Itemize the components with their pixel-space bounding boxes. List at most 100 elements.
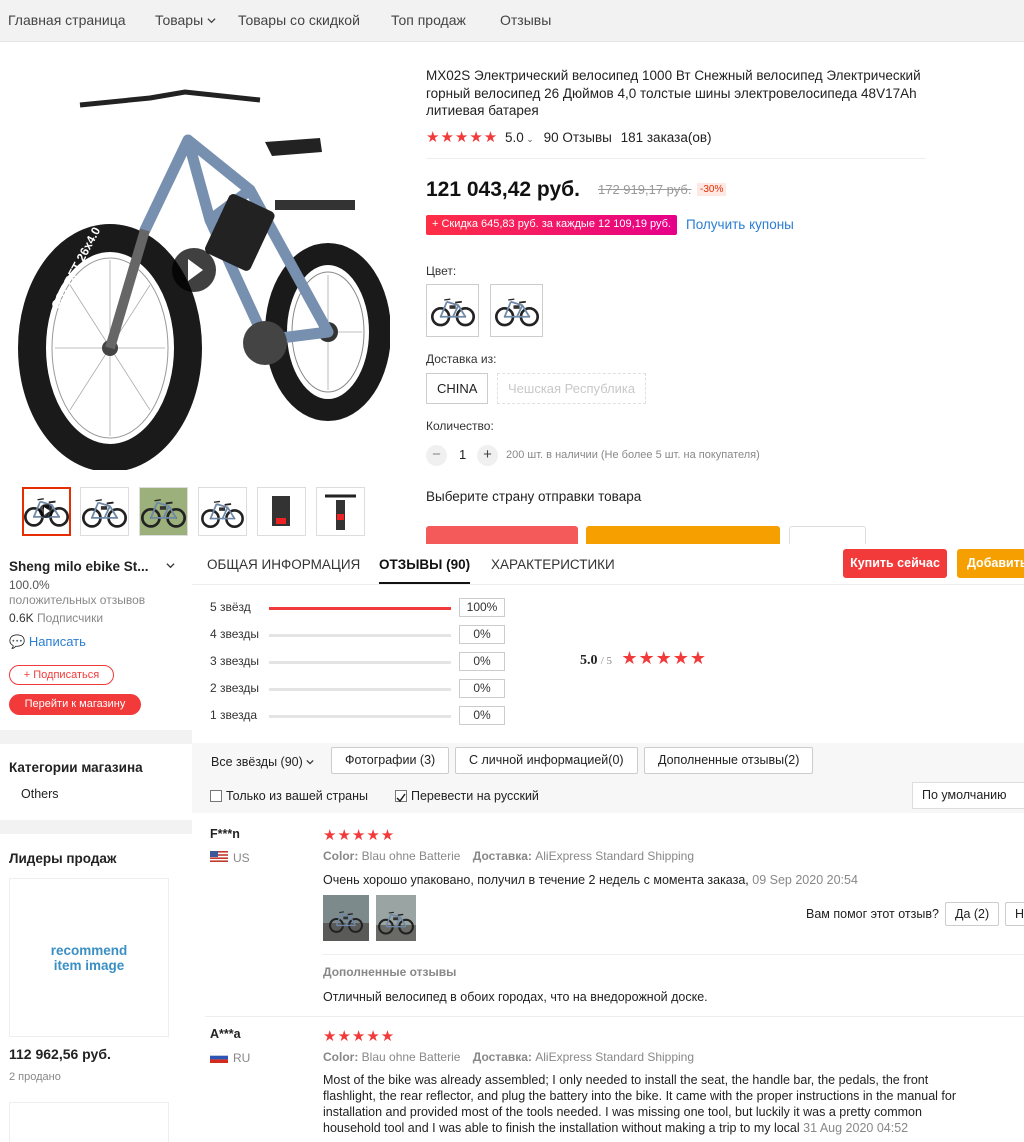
thumbnail-5[interactable]	[257, 487, 306, 536]
thumbnail-4[interactable]	[198, 487, 247, 536]
bike-thumbnail-image	[201, 500, 244, 528]
category-item[interactable]: Others	[21, 787, 59, 801]
followers-label: Подписчики	[37, 611, 104, 625]
get-coupons-link[interactable]: Получить купоны	[686, 217, 794, 232]
rating-bar-label: 1 звезда	[210, 708, 258, 722]
top-sellers: Лидеры продаж recommend item image 112 9…	[8, 834, 180, 1142]
bike-thumbnail-image	[272, 496, 290, 526]
additional-review-label: Дополненные отзывы	[323, 965, 457, 979]
rating-bar-percent: 0%	[459, 652, 505, 671]
top-sellers-title: Лидеры продаж	[9, 851, 117, 866]
review-photo-1[interactable]	[323, 895, 369, 941]
review-text: Очень хорошо упаковано, получил в течени…	[323, 872, 858, 888]
recommend-item-image[interactable]: recommend item image	[9, 878, 169, 1037]
product-title: MX02S Электрический велосипед 1000 Вт Сн…	[426, 68, 921, 118]
message-store-link[interactable]: 💬 Написать	[9, 634, 86, 650]
translate-checkbox[interactable]	[395, 790, 407, 803]
thumbnail-2[interactable]	[80, 487, 129, 536]
bike-image: CST BFT 26x4.0	[18, 89, 391, 472]
top-navigation: Главная страница Товары Товары со скидко…	[0, 0, 1024, 42]
nav-products[interactable]: Товары	[155, 12, 216, 28]
chevron-down-icon[interactable]	[166, 561, 175, 570]
rating-summary: 5.0 / 5 ★★★★★	[580, 648, 707, 669]
summary-outof: / 5	[600, 655, 613, 667]
ship-option-china[interactable]: CHINA	[426, 373, 489, 404]
orders-count: 181 заказа(ов)	[620, 130, 712, 145]
store-name[interactable]: Sheng milo ebike St...	[9, 559, 149, 574]
star-filter-dropdown[interactable]: Все звёзды (90)	[211, 755, 314, 769]
color-option-1[interactable]	[426, 284, 479, 337]
nav-discounted[interactable]: Товары со скидкой	[238, 12, 360, 28]
bike-thumbnail-image	[82, 498, 127, 528]
rating-line: ★★★★★ 5.0 ⌄ 90 Отзывы 181 заказа(ов)	[426, 128, 712, 146]
buy-now-button[interactable]: Купить сейчас	[843, 549, 947, 578]
buy-button-partial[interactable]	[426, 526, 578, 544]
reviews-count[interactable]: 90 Отзывы	[544, 130, 612, 145]
add-to-cart-button[interactable]: Добавить	[957, 549, 1024, 578]
filter-additional[interactable]: Дополненные отзывы(2)	[644, 747, 814, 774]
thumbnail-1[interactable]	[22, 487, 71, 536]
rating-bar-row[interactable]: 4 звезды 0%	[210, 625, 510, 645]
main-product-image[interactable]: CST BFT 26x4.0	[10, 60, 391, 472]
qty-increase-button[interactable]: +	[477, 445, 498, 466]
reviewer-country: US	[233, 851, 250, 865]
nav-home[interactable]: Главная страница	[8, 12, 126, 28]
go-to-store-button[interactable]: Перейти к магазину	[9, 694, 141, 715]
leader-sold: 2 продано	[9, 1071, 61, 1083]
tab-specs[interactable]: ХАРАКТЕРИСТИКИ	[491, 557, 615, 572]
rating-bar-row[interactable]: 1 звезда 0%	[210, 706, 510, 726]
nav-top-sales[interactable]: Топ продаж	[391, 12, 466, 28]
tab-reviews[interactable]: ОТЗЫВЫ (90)	[379, 557, 471, 584]
ship-meta-value: AliExpress Standard Shipping	[535, 1050, 695, 1064]
rating-bar-row[interactable]: 3 звезды 0%	[210, 652, 510, 672]
review-body: Очень хорошо упаковано, получил в течени…	[323, 873, 749, 887]
rating-bar-label: 3 звезды	[210, 654, 260, 668]
filter-photos[interactable]: Фотографии (3)	[331, 747, 450, 774]
subscribe-button[interactable]: + Подписаться	[9, 665, 114, 685]
ship-option-czech[interactable]: Чешская Республика	[497, 373, 647, 404]
thumbnail-6[interactable]	[316, 487, 365, 536]
rating-value[interactable]: 5.0	[505, 130, 524, 145]
helpful-no-button[interactable]: Не	[1005, 902, 1024, 926]
rating-bar-percent: 100%	[459, 598, 505, 617]
next-recommend-item[interactable]	[9, 1102, 169, 1142]
qty-decrease-button[interactable]: −	[426, 445, 447, 466]
nav-reviews[interactable]: Отзывы	[500, 12, 551, 28]
rating-bar-percent: 0%	[459, 679, 505, 698]
color-meta-value: Blau ohne Batterie	[361, 849, 461, 863]
chevron-down-icon	[306, 759, 314, 765]
color-option-2[interactable]	[490, 284, 543, 337]
bike-thumbnail-image	[140, 488, 187, 535]
tab-general[interactable]: ОБЩАЯ ИНФОРМАЦИЯ	[207, 557, 360, 572]
followers: 0.6K Подписчики	[9, 611, 103, 625]
only-country-checkbox[interactable]	[210, 790, 222, 802]
color-meta-label: Color:	[323, 849, 359, 863]
review-photo-2[interactable]	[376, 895, 416, 941]
coupon-badge[interactable]: + Скидка 645,83 руб. за каждые 12 109,19…	[426, 215, 677, 235]
rating-bar-track	[269, 607, 451, 610]
rating-bar-row[interactable]: 2 звезды 0%	[210, 679, 510, 699]
chat-icon: 💬	[9, 634, 26, 649]
rating-bar-track	[269, 688, 451, 691]
summary-score: 5.0	[580, 653, 598, 668]
color-meta-label: Color:	[323, 1050, 359, 1064]
rating-bar-percent: 0%	[459, 625, 505, 644]
positive-label: положительных отзывов	[9, 593, 146, 607]
rating-bar-row[interactable]: 5 звёзд 100%	[210, 598, 510, 618]
bike-thumbnail-image	[24, 497, 69, 527]
helpful-yes-button[interactable]: Да (2)	[945, 902, 1000, 926]
filter-personal[interactable]: С личной информацией(0)	[455, 747, 638, 774]
qty-value[interactable]: 1	[459, 447, 466, 462]
ru-flag-icon	[210, 1052, 228, 1063]
helpful-question: Вам помог этот отзыв?	[806, 907, 939, 921]
only-country-label: Только из вашей страны	[226, 789, 369, 803]
reviewer-name: A***a	[210, 1027, 241, 1041]
followers-count: 0.6K	[9, 611, 34, 625]
review-date: 31 Aug 2020 04:52	[803, 1121, 909, 1135]
wishlist-button-partial[interactable]	[789, 526, 866, 544]
choose-country-text: Выберите страну отправки товара	[426, 489, 642, 504]
sort-select[interactable]: По умолчанию	[912, 782, 1024, 809]
cart-button-partial[interactable]	[586, 526, 780, 544]
thumbnail-3[interactable]	[139, 487, 188, 536]
nav-products-label: Товары	[155, 12, 204, 28]
